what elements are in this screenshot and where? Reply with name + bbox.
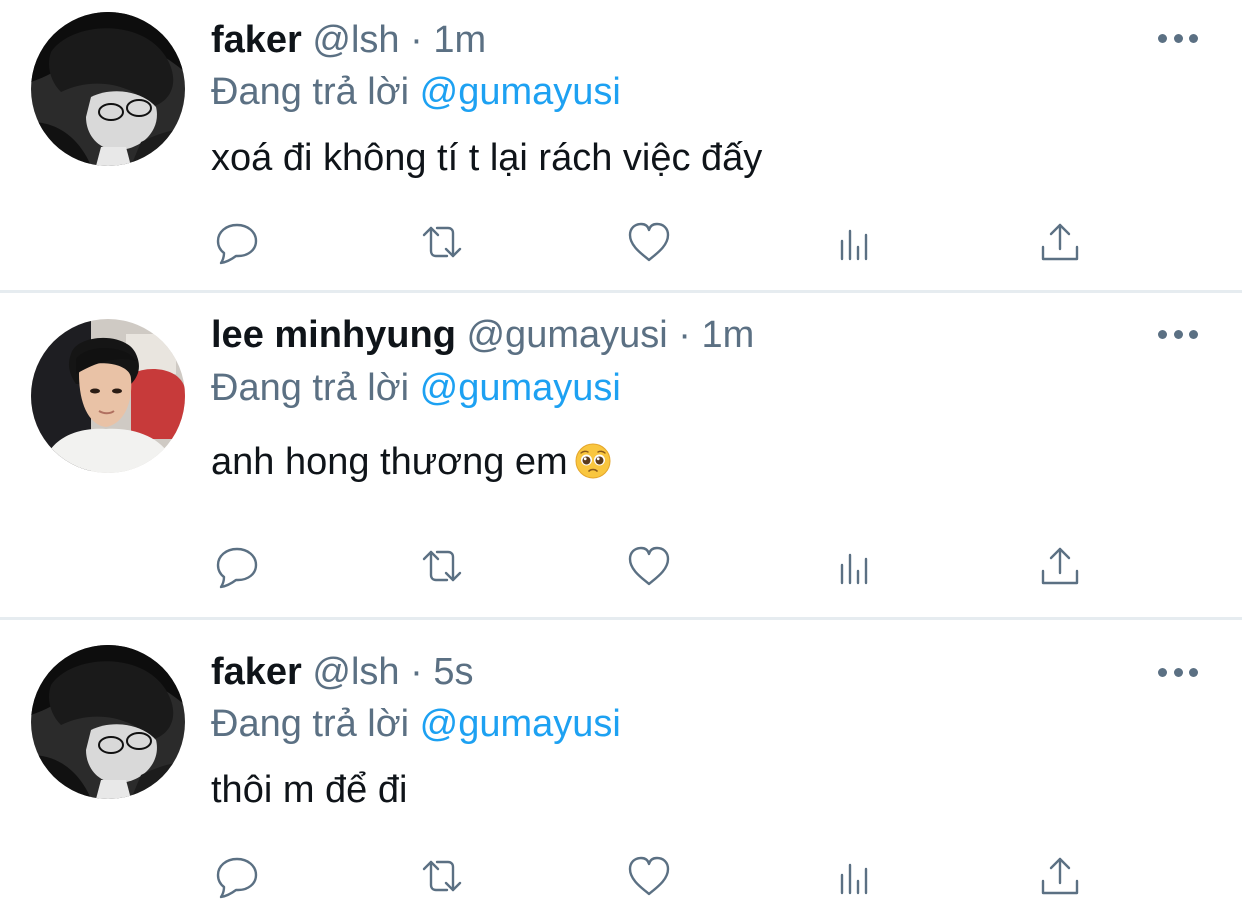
like-icon[interactable] — [621, 848, 677, 904]
reply-prefix: Đang trả lời — [211, 703, 410, 745]
avatar[interactable] — [31, 645, 185, 799]
share-icon[interactable] — [1032, 538, 1088, 594]
like-icon[interactable] — [621, 538, 677, 594]
separator: · — [410, 651, 423, 693]
more-options-icon[interactable] — [1158, 324, 1198, 344]
reply-mention[interactable]: @gumayusi — [420, 703, 621, 745]
handle[interactable]: @lsh — [312, 19, 399, 61]
tweet-text: anh hong thương em — [211, 441, 568, 483]
timestamp[interactable]: 5s — [433, 651, 473, 693]
tweet-actions — [0, 538, 1242, 594]
pleading-face-emoji — [574, 442, 612, 490]
more-options-icon[interactable] — [1158, 662, 1198, 682]
tweet-header: faker @lsh · 1m — [211, 18, 486, 62]
handle[interactable]: @lsh — [312, 651, 399, 693]
like-icon[interactable] — [621, 214, 677, 270]
tweet-header: lee minhyung @gumayusi · 1m — [211, 313, 754, 357]
analytics-icon[interactable] — [827, 214, 883, 270]
display-name[interactable]: lee minhyung — [211, 314, 456, 356]
avatar[interactable] — [31, 12, 185, 166]
reply-icon[interactable] — [209, 214, 265, 270]
tweet[interactable]: faker @lsh · 5s Đang trả lời @gumayusi t… — [0, 620, 1242, 922]
reply-context: Đang trả lời @gumayusi — [211, 702, 621, 746]
more-options-icon[interactable] — [1158, 28, 1198, 48]
reply-prefix: Đang trả lời — [211, 71, 410, 113]
reply-prefix: Đang trả lời — [211, 367, 410, 409]
handle[interactable]: @gumayusi — [466, 314, 667, 356]
analytics-icon[interactable] — [827, 538, 883, 594]
avatar[interactable] — [31, 319, 185, 473]
retweet-icon[interactable] — [414, 214, 470, 270]
tweet-actions — [0, 848, 1242, 904]
timestamp[interactable]: 1m — [701, 314, 754, 356]
reply-icon[interactable] — [209, 848, 265, 904]
separator: · — [410, 19, 423, 61]
share-icon[interactable] — [1032, 214, 1088, 270]
share-icon[interactable] — [1032, 848, 1088, 904]
reply-icon[interactable] — [209, 538, 265, 594]
reply-mention[interactable]: @gumayusi — [420, 71, 621, 113]
analytics-icon[interactable] — [827, 848, 883, 904]
reply-context: Đang trả lời @gumayusi — [211, 70, 621, 114]
reply-mention[interactable]: @gumayusi — [420, 367, 621, 409]
timestamp[interactable]: 1m — [433, 19, 486, 61]
reply-context: Đang trả lời @gumayusi — [211, 366, 621, 410]
retweet-icon[interactable] — [414, 848, 470, 904]
tweet-actions — [0, 214, 1242, 270]
tweet[interactable]: faker @lsh · 1m Đang trả lời @gumayusi x… — [0, 0, 1242, 290]
tweet-header: faker @lsh · 5s — [211, 650, 473, 694]
tweet-text-container: anh hong thương em — [211, 440, 612, 490]
tweet[interactable]: lee minhyung @gumayusi · 1m Đang trả lời… — [0, 293, 1242, 617]
tweet-text: xoá đi không tí t lại rách việc đấy — [211, 137, 763, 179]
display-name[interactable]: faker — [211, 651, 302, 693]
display-name[interactable]: faker — [211, 19, 302, 61]
separator: · — [678, 314, 691, 356]
retweet-icon[interactable] — [414, 538, 470, 594]
tweet-text: thôi m để đi — [211, 769, 408, 811]
